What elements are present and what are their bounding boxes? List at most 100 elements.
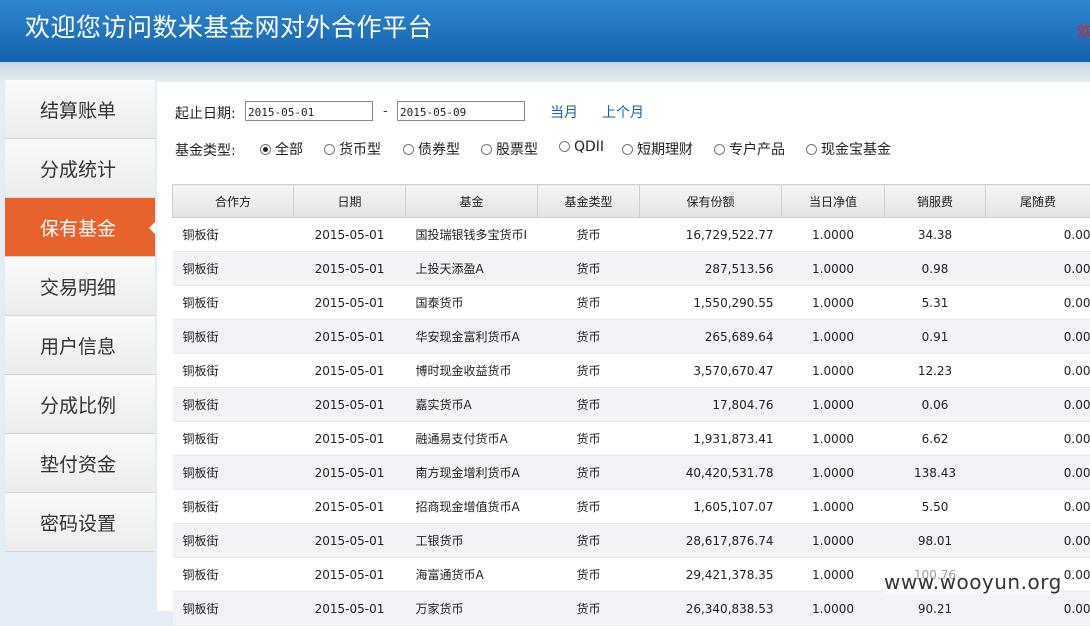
table-cell: 1.0000 [782,592,885,626]
main-panel: 起止日期: - 当月 上个月 基金类型: 全部货币型债券型股票型QDII短期理财… [157,82,1090,611]
table-cell: 0.06 [885,388,986,422]
table-cell: 2015-05-01 [294,558,406,592]
holdings-table: 合作方日期基金基金类型保有份额当日净值销服费尾随费 铜板街2015-05-01国… [172,184,1090,626]
radio-icon[interactable] [714,144,725,155]
table-cell: 34.38 [885,218,986,252]
sidebar-item-label: 分成比例 [40,391,116,418]
fund-type-option-label: 现金宝基金 [821,142,891,158]
column-header: 销服费 [885,185,986,218]
table-cell: 138.43 [885,456,986,490]
table-row: 铜板街2015-05-01南方现金增利货币A货币40,420,531.781.0… [173,456,1090,490]
active-pointer-icon [149,221,156,235]
last-month-link[interactable]: 上个月 [602,102,644,122]
table-cell: 1.0000 [782,286,885,320]
sidebar-item-4[interactable]: 用户信息 [5,316,155,375]
table-cell: 货币 [538,218,640,252]
column-header: 尾随费 [986,185,1090,218]
this-month-link[interactable]: 当月 [550,102,578,122]
table-cell: 2015-05-01 [294,286,406,320]
table-cell: 嘉实货币A [406,388,538,422]
radio-icon[interactable] [622,144,633,155]
table-cell: 17,804.76 [640,388,782,422]
sidebar-item-0[interactable]: 结算账单 [5,80,155,139]
table-cell: 90.21 [885,592,986,626]
fund-type-option-3[interactable]: 股票型 [481,139,538,159]
fund-type-option-label: 短期理财 [637,142,693,158]
table-cell: 0.00 [986,354,1090,388]
sidebar-item-label: 垫付资金 [40,450,116,477]
column-header: 合作方 [173,185,294,218]
table-row: 铜板街2015-05-01招商现金增值货币A货币1,605,107.071.00… [173,490,1090,524]
table-cell: 0.00 [986,218,1090,252]
fund-type-option-1[interactable]: 货币型 [324,139,381,159]
table-cell: 0.00 [986,286,1090,320]
table-cell: 5.31 [885,286,986,320]
table-row: 铜板街2015-05-01华安现金富利货币A货币265,689.641.0000… [173,320,1090,354]
table-row: 铜板街2015-05-01国投瑞银钱多宝货币I货币16,729,522.771.… [173,218,1090,252]
fund-type-option-6[interactable]: 专户产品 [714,139,785,159]
table-cell: 海富通货币A [406,558,538,592]
table-cell: 货币 [538,524,640,558]
table-cell: 招商现金增值货币A [406,490,538,524]
fund-type-option-2[interactable]: 债券型 [403,139,460,159]
table-cell: 5.50 [885,490,986,524]
table-cell: 28,617,876.74 [640,524,782,558]
sidebar-item-7[interactable]: 密码设置 [5,493,155,552]
sidebar-item-label: 保有基金 [40,214,116,241]
table-cell: 博时现金收益货币 [406,354,538,388]
table-cell: 3,570,670.47 [640,354,782,388]
table-cell: 货币 [538,558,640,592]
sidebar-item-6[interactable]: 垫付资金 [5,434,155,493]
table-cell: 1.0000 [782,558,885,592]
table-cell: 1.0000 [782,524,885,558]
sidebar-item-5[interactable]: 分成比例 [5,375,155,434]
table-cell: 南方现金增利货币A [406,456,538,490]
sidebar-item-label: 密码设置 [40,509,116,536]
radio-icon[interactable] [559,141,570,152]
table-cell: 2015-05-01 [294,592,406,626]
fund-type-option-0[interactable]: 全部 [260,139,303,159]
fund-type-option-5[interactable]: 短期理财 [622,139,693,159]
table-row: 铜板街2015-05-01融通易支付货币A货币1,931,873.411.000… [173,422,1090,456]
fund-type-option-4[interactable]: QDII [559,139,604,155]
table-cell: 工银货币 [406,524,538,558]
table-cell: 0.98 [885,252,986,286]
radio-icon[interactable] [481,144,492,155]
radio-icon[interactable] [324,144,335,155]
fund-type-option-label: 股票型 [496,142,538,158]
table-cell: 铜板街 [173,422,294,456]
table-cell: 1.0000 [782,252,885,286]
radio-icon[interactable] [806,144,817,155]
table-cell: 2015-05-01 [294,524,406,558]
start-date-input[interactable] [245,101,373,121]
table-cell: 6.62 [885,422,986,456]
sidebar-item-2[interactable]: 保有基金 [5,198,155,257]
fund-type-option-label: 全部 [275,142,303,158]
table-cell: 0.00 [986,320,1090,354]
radio-icon[interactable] [403,144,414,155]
fund-type-option-label: 债券型 [418,142,460,158]
end-date-input[interactable] [397,101,525,121]
table-cell: 0.00 [986,388,1090,422]
table-cell: 铜板街 [173,252,294,286]
table-cell: 40,420,531.78 [640,456,782,490]
column-header: 基金 [406,185,538,218]
sidebar-item-3[interactable]: 交易明细 [5,257,155,316]
date-range-label: 起止日期: [175,103,236,123]
radio-icon[interactable] [260,144,271,155]
table-cell: 铜板街 [173,456,294,490]
sidebar-item-1[interactable]: 分成统计 [5,139,155,198]
column-header: 当日净值 [782,185,885,218]
table-cell: 0.00 [986,422,1090,456]
table-cell: 铜板街 [173,320,294,354]
sidebar: 结算账单分成统计保有基金交易明细用户信息分成比例垫付资金密码设置 [5,80,155,611]
table-cell: 2015-05-01 [294,388,406,422]
table-cell: 0.00 [986,456,1090,490]
table-cell: 0.00 [986,252,1090,286]
fund-type-option-7[interactable]: 现金宝基金 [806,139,891,159]
table-cell: 铜板街 [173,388,294,422]
table-cell: 98.01 [885,524,986,558]
table-cell: 货币 [538,456,640,490]
table-cell: 2015-05-01 [294,422,406,456]
table-cell: 货币 [538,252,640,286]
